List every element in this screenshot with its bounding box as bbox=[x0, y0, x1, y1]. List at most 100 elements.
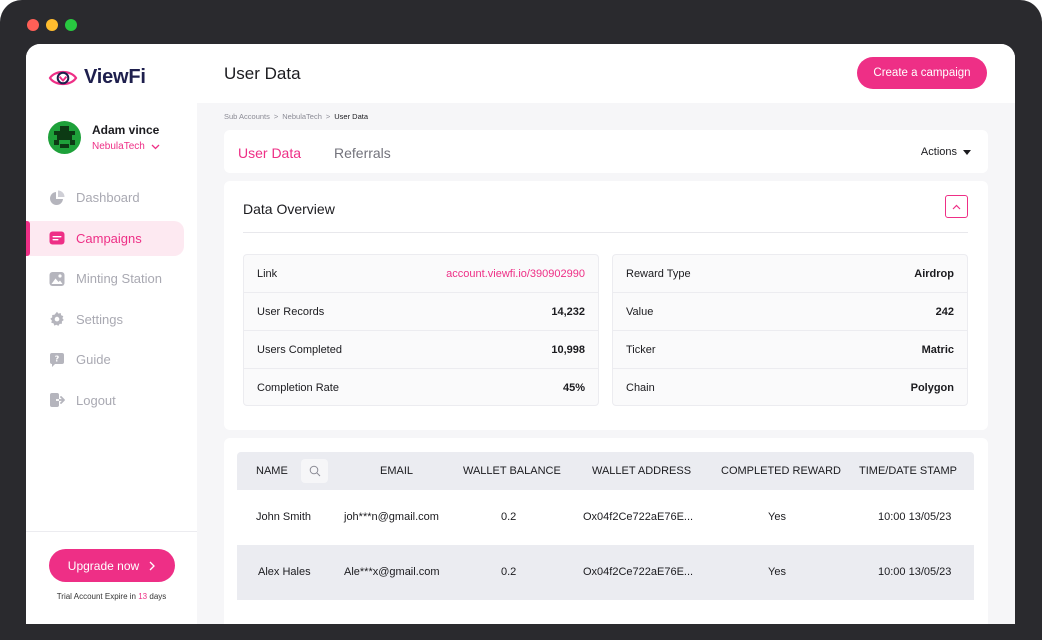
sidebar-footer: Upgrade now Trial Account Expire in 13 d… bbox=[26, 531, 197, 601]
cell-name: John Smith bbox=[256, 511, 312, 523]
sidebar-item-label: Guide bbox=[76, 352, 111, 367]
pie-chart-icon bbox=[49, 190, 65, 206]
row-value: 242 bbox=[935, 305, 954, 318]
row-value: Airdrop bbox=[914, 267, 954, 280]
table-header: NAME EMAIL WALLET BALANCE WALLET ADDRESS… bbox=[237, 452, 974, 490]
name-search-button[interactable] bbox=[301, 459, 328, 483]
data-overview-card: Data Overview Link account.viewfi.io/390… bbox=[224, 181, 988, 430]
row-label: Reward Type bbox=[626, 267, 691, 280]
row-label: Chain bbox=[626, 382, 655, 394]
eye-logo-icon bbox=[48, 70, 78, 85]
cell-email: joh***n@gmail.com bbox=[344, 511, 439, 523]
cell-email: Ale***x@gmail.com bbox=[344, 566, 440, 578]
sidebar-item-label: Dashboard bbox=[76, 190, 140, 205]
sidebar-item-guide[interactable]: ? Guide bbox=[26, 342, 197, 377]
profile-org-label: NebulaTech bbox=[92, 141, 145, 152]
overview-row-completion-rate: Completion Rate 45% bbox=[244, 369, 598, 407]
sidebar-item-label: Logout bbox=[76, 392, 116, 408]
create-campaign-button[interactable]: Create a campaign bbox=[857, 57, 987, 89]
maximize-window-button[interactable] bbox=[65, 19, 77, 31]
close-window-button[interactable] bbox=[27, 19, 39, 31]
chevron-right-icon bbox=[149, 561, 156, 570]
tab-user-data[interactable]: User Data bbox=[238, 145, 301, 161]
column-header-wallet-address[interactable]: WALLET ADDRESS bbox=[592, 465, 691, 477]
cell-timestamp: 10:00 13/05/23 bbox=[878, 511, 952, 523]
chevron-down-icon bbox=[151, 144, 160, 149]
row-value: 45% bbox=[562, 382, 585, 394]
svg-text:?: ? bbox=[55, 354, 60, 363]
sidebar-item-dashboard[interactable]: Dashboard bbox=[26, 180, 197, 215]
sidebar-item-label: Minting Station bbox=[76, 271, 162, 286]
tabs-bar: User Data Referrals Actions bbox=[224, 130, 988, 173]
trial-days: 13 bbox=[138, 592, 148, 601]
actions-dropdown[interactable]: Actions bbox=[921, 146, 971, 158]
sidebar-item-campaigns[interactable]: Campaigns bbox=[26, 220, 184, 256]
overview-left-panel: Link account.viewfi.io/390902990 User Re… bbox=[243, 254, 599, 406]
column-header-wallet-balance[interactable]: WALLET BALANCE bbox=[463, 465, 561, 477]
tab-referrals[interactable]: Referrals bbox=[334, 145, 391, 161]
overview-row-users-completed: Users Completed 10,998 bbox=[244, 331, 598, 369]
app-screen: ViewFi Adam vince NebulaTech Dashboard C… bbox=[26, 44, 1015, 624]
caret-down-icon bbox=[963, 149, 971, 155]
campaigns-icon bbox=[49, 230, 65, 246]
column-header-email[interactable]: EMAIL bbox=[380, 465, 413, 477]
cell-reward: Yes bbox=[768, 511, 786, 523]
row-label: Value bbox=[626, 305, 654, 318]
sidebar-item-label: Campaigns bbox=[76, 230, 142, 246]
profile-org[interactable]: NebulaTech bbox=[92, 141, 160, 152]
row-value: 10,998 bbox=[551, 343, 585, 356]
window-controls bbox=[27, 19, 77, 31]
row-label: User Records bbox=[257, 305, 325, 318]
cell-timestamp: 10:00 13/05/23 bbox=[878, 566, 952, 578]
column-header-timestamp[interactable]: TIME/DATE STAMP bbox=[859, 465, 957, 477]
profile-name: Adam vince bbox=[92, 123, 160, 137]
cell-balance: 0.2 bbox=[501, 566, 517, 578]
question-icon: ? bbox=[49, 352, 65, 368]
cell-address: Ox04f2Ce722aE76E... bbox=[583, 566, 694, 578]
trial-prefix: Trial Account Expire in bbox=[56, 592, 136, 601]
overview-row-link: Link account.viewfi.io/390902990 bbox=[244, 255, 598, 293]
row-value: Polygon bbox=[910, 382, 954, 394]
row-value: 14,232 bbox=[551, 305, 585, 318]
overview-row-chain: Chain Polygon bbox=[613, 369, 967, 407]
logout-icon bbox=[49, 392, 65, 408]
profile-switcher[interactable]: Adam vince NebulaTech bbox=[48, 121, 160, 154]
sidebar-item-settings[interactable]: Settings bbox=[26, 302, 197, 337]
overview-row-ticker: Ticker Matric bbox=[613, 331, 967, 369]
column-header-name[interactable]: NAME bbox=[256, 465, 288, 477]
row-value: Matric bbox=[921, 343, 954, 356]
page-header: User Data Create a campaign bbox=[197, 44, 1015, 103]
sidebar-item-minting-station[interactable]: Minting Station bbox=[26, 261, 197, 296]
campaign-link[interactable]: account.viewfi.io/390902990 bbox=[446, 268, 585, 280]
breadcrumb-item[interactable]: NebulaTech bbox=[282, 112, 322, 121]
row-label: Completion Rate bbox=[257, 382, 339, 394]
chevron-up-icon bbox=[952, 204, 961, 209]
overview-row-value: Value 242 bbox=[613, 293, 967, 331]
overview-row-user-records: User Records 14,232 bbox=[244, 293, 598, 331]
divider bbox=[243, 232, 968, 233]
trial-notice: Trial Account Expire in 13 days bbox=[26, 592, 197, 601]
row-label: Ticker bbox=[626, 343, 656, 356]
breadcrumb-separator: > bbox=[273, 112, 279, 121]
user-table: NAME EMAIL WALLET BALANCE WALLET ADDRESS… bbox=[224, 438, 988, 624]
brand-logo[interactable]: ViewFi bbox=[48, 66, 146, 89]
breadcrumb: Sub Accounts > NebulaTech > User Data bbox=[224, 112, 368, 121]
collapse-button[interactable] bbox=[945, 195, 968, 218]
upgrade-button[interactable]: Upgrade now bbox=[48, 549, 175, 582]
overview-row-reward-type: Reward Type Airdrop bbox=[613, 255, 967, 293]
column-header-completed-reward[interactable]: COMPLETED REWARD bbox=[721, 465, 841, 477]
cell-name: Alex Hales bbox=[258, 566, 311, 578]
trial-suffix: days bbox=[149, 592, 167, 601]
avatar bbox=[48, 121, 81, 154]
table-row[interactable]: John Smith joh***n@gmail.com 0.2 Ox04f2C… bbox=[237, 490, 974, 545]
cell-address: Ox04f2Ce722aE76E... bbox=[583, 511, 694, 523]
cell-balance: 0.2 bbox=[501, 511, 517, 523]
breadcrumb-item[interactable]: Sub Accounts bbox=[224, 112, 270, 121]
brand-name: ViewFi bbox=[84, 66, 146, 88]
sidebar-item-label: Settings bbox=[76, 311, 123, 327]
minimize-window-button[interactable] bbox=[46, 19, 58, 31]
breadcrumb-separator: > bbox=[325, 112, 331, 121]
table-row[interactable]: Alex Hales Ale***x@gmail.com 0.2 Ox04f2C… bbox=[237, 545, 974, 600]
sidebar-item-logout[interactable]: Logout bbox=[26, 383, 197, 418]
overview-right-panel: Reward Type Airdrop Value 242 Ticker Mat… bbox=[612, 254, 968, 406]
